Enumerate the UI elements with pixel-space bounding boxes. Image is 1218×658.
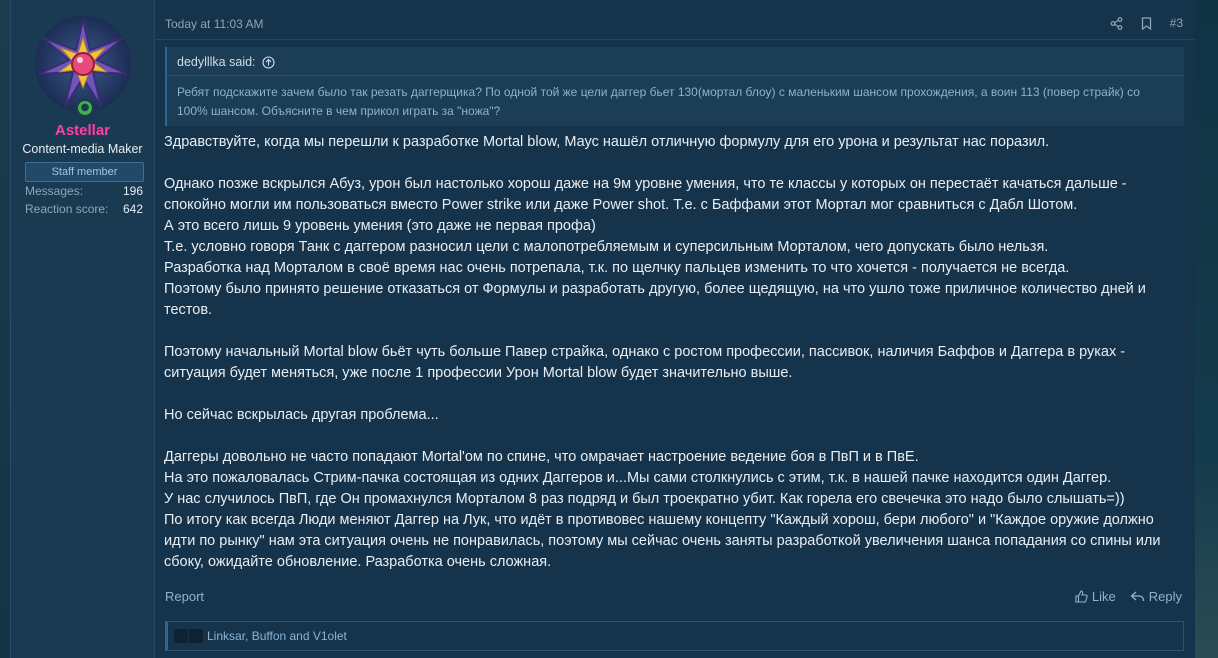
user-info-panel: ● Astellar Content-media Maker Staff mem… <box>11 0 155 658</box>
forum-post: ● Astellar Content-media Maker Staff mem… <box>10 0 1195 658</box>
message-line: У нас случилось ПвП, где Он промахнулся … <box>164 491 1125 507</box>
username[interactable]: Astellar <box>11 122 154 139</box>
message-line: Однако позже вскрылся Абуз, урон был нас… <box>164 176 1127 213</box>
reply-button[interactable]: Reply <box>1130 589 1182 604</box>
message-line: На это пожаловалась Стрим-пачка состояща… <box>164 470 1112 486</box>
reaction-icon <box>174 629 188 643</box>
stat-label: Reaction score: <box>25 202 109 216</box>
post-main: Today at 11:03 AM #3 dedylllka said: Реб… <box>154 0 1195 658</box>
post-date[interactable]: Today at 11:03 AM <box>165 17 264 31</box>
reactions-bar[interactable]: Linksar, Buffon and V1olet <box>165 621 1184 651</box>
thumbs-up-icon <box>1075 590 1088 603</box>
reply-icon <box>1130 591 1144 602</box>
header-divider <box>154 39 1195 40</box>
bookmark-icon[interactable] <box>1141 16 1152 30</box>
reaction-icons <box>174 629 203 643</box>
stat-reaction-score: Reaction score: 642 <box>25 202 143 216</box>
quote-author[interactable]: dedylllka said: <box>177 55 256 69</box>
message-line: Разработка над Морталом в своё время нас… <box>164 260 1070 276</box>
quote-block: dedylllka said: Ребят подскажите зачем б… <box>165 47 1184 126</box>
message-line: Здравствуйте, когда мы перешли к разрабо… <box>164 134 1050 150</box>
message-line: Поэтому было принято решение отказаться … <box>164 281 1146 318</box>
reaction-users[interactable]: Linksar, Buffon and V1olet <box>207 629 347 643</box>
message-line: А это всего лишь 9 уровень умения (это д… <box>164 218 596 234</box>
stat-messages: Messages: 196 <box>25 184 143 198</box>
user-title: Content-media Maker <box>22 142 143 156</box>
like-button[interactable]: Like <box>1075 589 1116 604</box>
message-line: Поэтому начальный Mortal blow бьёт чуть … <box>164 344 1126 381</box>
post-number-link[interactable]: #3 <box>1170 16 1183 30</box>
stat-value: 642 <box>122 202 143 216</box>
share-icon[interactable] <box>1110 16 1123 30</box>
reaction-icon <box>189 629 203 643</box>
post-message: Здравствуйте, когда мы перешли к разрабо… <box>164 132 1184 573</box>
stat-value: 196 <box>122 184 143 198</box>
report-link[interactable]: Report <box>165 589 204 604</box>
quote-header[interactable]: dedylllka said: <box>177 55 275 69</box>
message-line: Даггеры довольно не часто попадают Morta… <box>164 449 919 465</box>
reply-label: Reply <box>1148 589 1182 604</box>
message-line: Т.е. условно говоря Танк с даггером разн… <box>164 239 1049 255</box>
message-line: Но сейчас вскрылась другая проблема... <box>164 407 439 423</box>
message-line: По итогу как всегда Люди меняют Даггер н… <box>164 512 1161 570</box>
page-background-left <box>0 0 10 658</box>
post-footer: Report Like Reply <box>165 588 1182 608</box>
staff-badge: Staff member <box>25 162 144 182</box>
quote-body: Ребят подскажите зачем было так резать д… <box>177 85 1140 118</box>
online-status-icon: ● <box>75 98 95 118</box>
page-background-right <box>1194 0 1218 658</box>
stat-label: Messages: <box>25 184 84 198</box>
like-label: Like <box>1091 589 1116 604</box>
quote-divider <box>167 75 1184 76</box>
jump-to-quote-icon[interactable] <box>261 55 275 69</box>
post-header-actions: #3 <box>1110 16 1183 30</box>
post-actions: Like Reply <box>1075 589 1182 604</box>
